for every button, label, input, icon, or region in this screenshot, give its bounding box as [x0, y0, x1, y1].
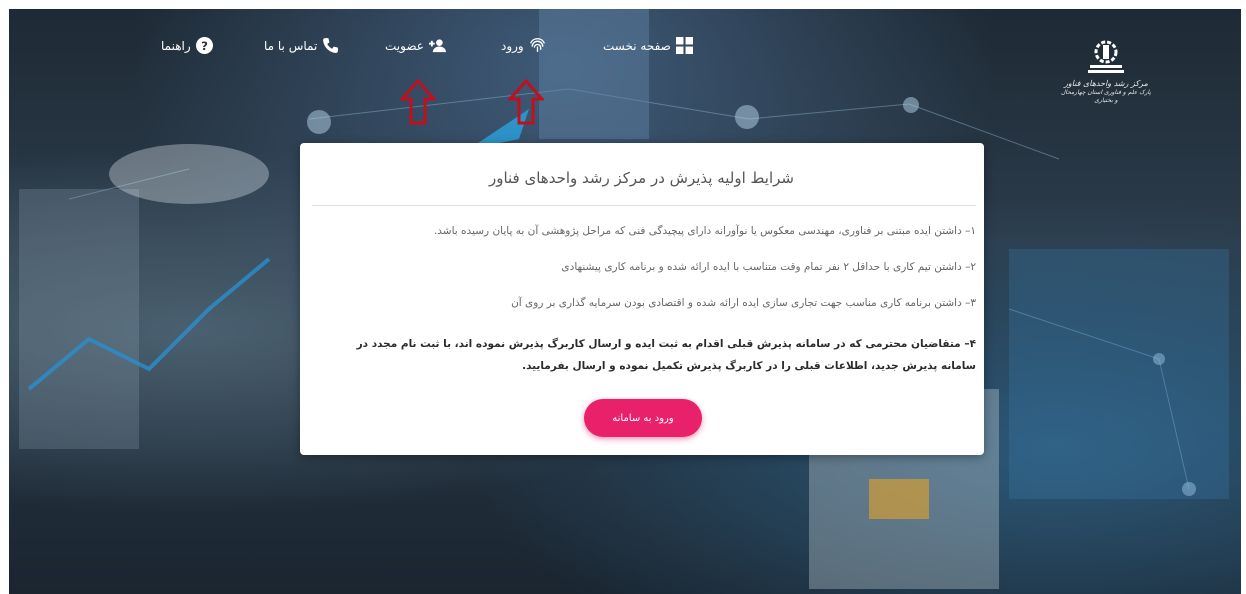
question-circle-icon: ?: [195, 37, 213, 54]
card-title: شرایط اولیه پذیرش در مرکز رشد واحدهای فن…: [488, 169, 794, 187]
fingerprint-icon: [529, 38, 545, 52]
nav-contact[interactable]: تماس با ما: [264, 37, 339, 54]
nav-help-label: راهنما: [161, 38, 191, 53]
grid-icon: [675, 37, 693, 54]
page-frame: مرکز رشد واحدهای فناور پارک علم و فناوری…: [9, 9, 1241, 594]
nav-home[interactable]: صفحه نخست: [603, 37, 693, 54]
admission-conditions-card: شرایط اولیه پذیرش در مرکز رشد واحدهای فن…: [300, 143, 984, 455]
svg-text:?: ?: [201, 39, 208, 53]
nav-membership[interactable]: عضویت: [385, 37, 446, 54]
user-plus-icon: [428, 39, 446, 53]
condition-item: ۲– داشتن تیم کاری با حداقل ۲ نفر تمام وق…: [561, 261, 976, 273]
nav-login-label: ورود: [501, 38, 524, 53]
condition-item: ۴– متقاضیان محترمی که در سامانه پذیرش قب…: [356, 338, 976, 372]
card-divider: [312, 205, 976, 206]
condition-item: ۳– داشتن برنامه کاری مناسب جهت تجاری ساز…: [511, 297, 976, 309]
login-arrow-icon: [508, 79, 544, 125]
nav-contact-label: تماس با ما: [264, 38, 318, 53]
phone-icon: [323, 38, 339, 53]
nav-home-label: صفحه نخست: [603, 38, 671, 53]
enter-system-button[interactable]: ورود به سامانه: [584, 399, 702, 437]
logo-subtitle: پارک علم و فناوری استان چهارمحال و بختیا…: [1061, 89, 1151, 104]
nav-membership-label: عضویت: [385, 38, 424, 53]
nav-login[interactable]: ورود: [501, 37, 546, 54]
nav-help[interactable]: ? راهنما: [161, 37, 213, 54]
membership-arrow-icon: [400, 79, 436, 125]
condition-item: ۱– داشتن ایده مبتنی بر فناوری، مهندسی مع…: [433, 225, 976, 237]
top-navigation: صفحه نخست ورود عضویت تماس با ما ? راهنما: [9, 9, 1241, 89]
